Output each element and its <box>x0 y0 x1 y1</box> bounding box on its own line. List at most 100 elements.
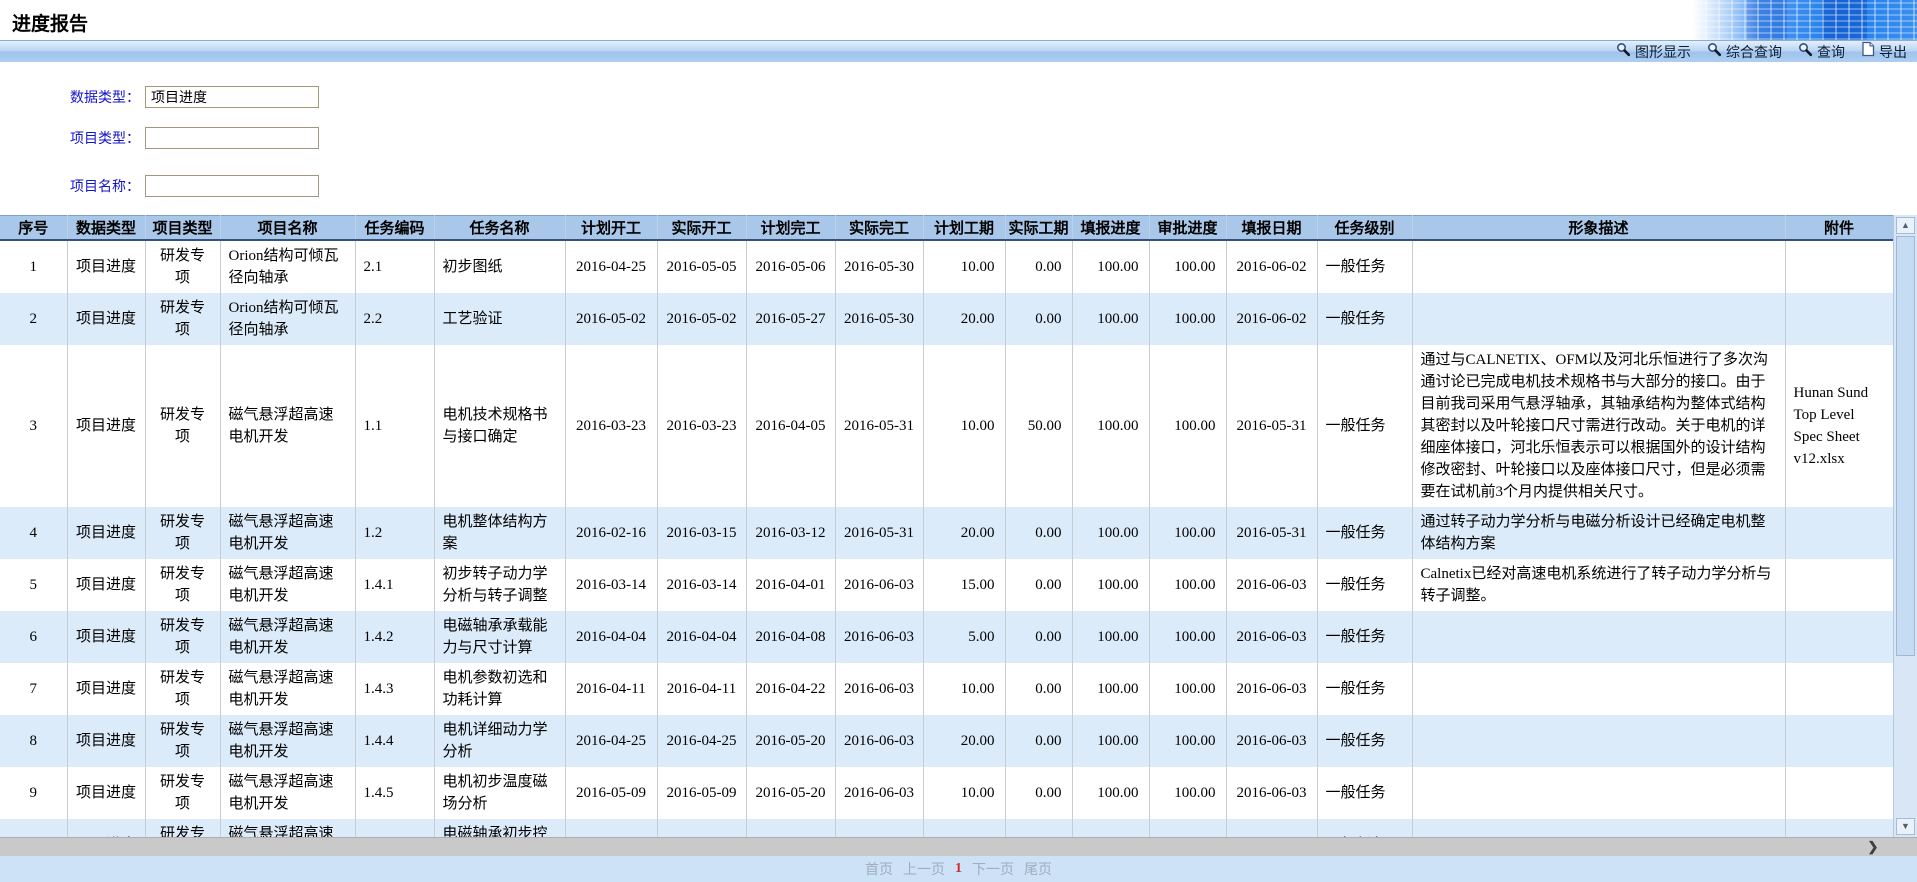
project-name-input[interactable] <box>145 175 319 197</box>
table-cell: 2 <box>0 293 67 345</box>
column-header: 审批进度 <box>1149 216 1226 241</box>
table-cell: 2016-05-31 <box>1226 507 1317 559</box>
table-cell: 研发专项 <box>145 345 220 507</box>
table-cell: 通过转子动力学分析与电磁分析设计已经确定电机整体结构方案 <box>1412 507 1785 559</box>
table-cell: 一般任务 <box>1317 559 1412 611</box>
table-cell: 研发专项 <box>145 715 220 767</box>
table-cell: 2016-03-15 <box>657 507 746 559</box>
table-cell <box>1785 611 1893 663</box>
table-cell: 2016-06-02 <box>1226 293 1317 345</box>
combined-query-label: 综合查询 <box>1726 42 1782 62</box>
table-cell: 项目进度 <box>67 507 145 559</box>
table-cell: 10 <box>0 819 67 837</box>
table-cell: 100.00 <box>1072 819 1149 837</box>
column-header: 附件 <box>1785 216 1893 241</box>
filter-row-data-type: 数据类型： <box>0 86 319 108</box>
table-cell: 2016-06-03 <box>1226 559 1317 611</box>
horizontal-scrollbar[interactable]: ❯ <box>0 837 1917 856</box>
table-row[interactable]: 2项目进度研发专项Orion结构可倾瓦径向轴承2.2工艺验证2016-05-02… <box>0 293 1893 345</box>
table-cell: 项目进度 <box>67 767 145 819</box>
table-cell: 1.2 <box>355 507 434 559</box>
table-cell: 10.00 <box>923 345 1005 507</box>
table-cell <box>1785 819 1893 837</box>
combined-query-button[interactable]: 综合查询 <box>1707 42 1782 62</box>
graph-display-button[interactable]: 图形显示 <box>1616 42 1691 62</box>
table-cell: 100.00 <box>1149 293 1226 345</box>
table-cell: 电机参数初选和功耗计算 <box>434 663 565 715</box>
table-cell: 2016-06-03 <box>1226 819 1317 837</box>
table-cell: 项目进度 <box>67 663 145 715</box>
table-row[interactable]: 1项目进度研发专项Orion结构可倾瓦径向轴承2.1初步图纸2016-04-25… <box>0 240 1893 293</box>
table-row[interactable]: 7项目进度研发专项磁气悬浮超高速电机开发1.4.3电机参数初选和功耗计算2016… <box>0 663 1893 715</box>
first-page-link[interactable]: 首页 <box>865 859 893 879</box>
table-cell: 磁气悬浮超高速电机开发 <box>220 345 355 507</box>
prev-page-link[interactable]: 上一页 <box>903 859 945 879</box>
table-row[interactable]: 3项目进度研发专项磁气悬浮超高速电机开发1.1电机技术规格书与接口确定2016-… <box>0 345 1893 507</box>
query-button[interactable]: 查询 <box>1798 42 1845 62</box>
scroll-up-icon[interactable]: ▲ <box>1896 217 1915 234</box>
table-cell: 2016-03-12 <box>746 507 835 559</box>
table-cell: 3 <box>0 345 67 507</box>
pagination-bar: 首页 上一页 1 下一页 尾页 <box>0 856 1917 882</box>
table-cell: 通过与CALNETIX、OFM以及河北乐恒进行了多次沟通讨论已完成电机技术规格书… <box>1412 345 1785 507</box>
table-cell: 电磁轴承初步控制 <box>434 819 565 837</box>
table-cell: 2016-06-03 <box>835 767 923 819</box>
table-row[interactable]: 9项目进度研发专项磁气悬浮超高速电机开发1.4.5电机初步温度磁场分析2016-… <box>0 767 1893 819</box>
table-cell: 项目进度 <box>67 240 145 293</box>
data-type-input[interactable] <box>145 86 319 108</box>
table-cell: 0.00 <box>1005 819 1072 837</box>
export-button[interactable]: 导出 <box>1861 41 1907 62</box>
table-cell <box>1412 819 1785 837</box>
column-header: 实际工期 <box>1005 216 1072 241</box>
table-row[interactable]: 8项目进度研发专项磁气悬浮超高速电机开发1.4.4电机详细动力学分析2016-0… <box>0 715 1893 767</box>
table-cell: 研发专项 <box>145 559 220 611</box>
table-row[interactable]: 6项目进度研发专项磁气悬浮超高速电机开发1.4.2电磁轴承承载能力与尺寸计算20… <box>0 611 1893 663</box>
table-cell: 磁气悬浮超高速电机开发 <box>220 715 355 767</box>
table-cell: 一般任务 <box>1317 611 1412 663</box>
table-cell: 100.00 <box>1149 559 1226 611</box>
table-cell: 2016-05-05 <box>657 240 746 293</box>
table-cell: 100.00 <box>1149 345 1226 507</box>
table-cell: 1 <box>0 240 67 293</box>
table-cell: 2016-06-03 <box>835 663 923 715</box>
table-cell: 20.00 <box>923 507 1005 559</box>
vertical-scrollbar[interactable]: ▲ ▼ <box>1893 215 1917 837</box>
table-cell: 一般任务 <box>1317 767 1412 819</box>
table-cell: 7 <box>0 663 67 715</box>
table-cell: 2016-05-20 <box>746 767 835 819</box>
table-cell: 100.00 <box>1072 715 1149 767</box>
table-cell: 研发专项 <box>145 507 220 559</box>
table-cell: 2016-05-20 <box>746 715 835 767</box>
table-cell <box>1412 240 1785 293</box>
table-cell: 20.00 <box>923 293 1005 345</box>
export-icon <box>1861 41 1875 62</box>
table-cell: 2.2 <box>355 293 434 345</box>
table-cell: 2016-04-25 <box>565 240 657 293</box>
table-cell: 1.4.1 <box>355 559 434 611</box>
table-row[interactable]: 4项目进度研发专项磁气悬浮超高速电机开发1.2电机整体结构方案2016-02-1… <box>0 507 1893 559</box>
scroll-down-icon[interactable]: ▼ <box>1896 818 1915 835</box>
vertical-scroll-thumb[interactable] <box>1896 236 1915 656</box>
magnifier-icon <box>1798 42 1813 62</box>
scroll-right-icon[interactable]: ❯ <box>1861 839 1885 855</box>
table-cell: 2016-05-31 <box>835 345 923 507</box>
table-cell: 5 <box>0 559 67 611</box>
table-cell: Calnetix已经对高速电机系统进行了转子动力学分析与转子调整。 <box>1412 559 1785 611</box>
table-row[interactable]: 5项目进度研发专项磁气悬浮超高速电机开发1.4.1初步转子动力学分析与转子调整2… <box>0 559 1893 611</box>
table-cell: 研发专项 <box>145 663 220 715</box>
last-page-link[interactable]: 尾页 <box>1024 859 1052 879</box>
next-page-link[interactable]: 下一页 <box>972 859 1014 879</box>
filter-row-project-type: 项目类型： <box>0 127 319 149</box>
table-cell <box>1412 767 1785 819</box>
table-cell: 100.00 <box>1072 611 1149 663</box>
table-cell <box>1785 293 1893 345</box>
table-cell: 电机详细动力学分析 <box>434 715 565 767</box>
table-cell: 2016-06-03 <box>835 611 923 663</box>
current-page-number[interactable]: 1 <box>955 861 962 877</box>
table-row[interactable]: 10项目进度研发专项磁气悬浮超高速电机开发1.4.6电磁轴承初步控制2016-0… <box>0 819 1893 837</box>
table-cell: 项目进度 <box>67 559 145 611</box>
project-type-input[interactable] <box>145 127 319 149</box>
table-cell: 9 <box>0 767 67 819</box>
column-header: 项目名称 <box>220 216 355 241</box>
table-cell <box>1785 559 1893 611</box>
